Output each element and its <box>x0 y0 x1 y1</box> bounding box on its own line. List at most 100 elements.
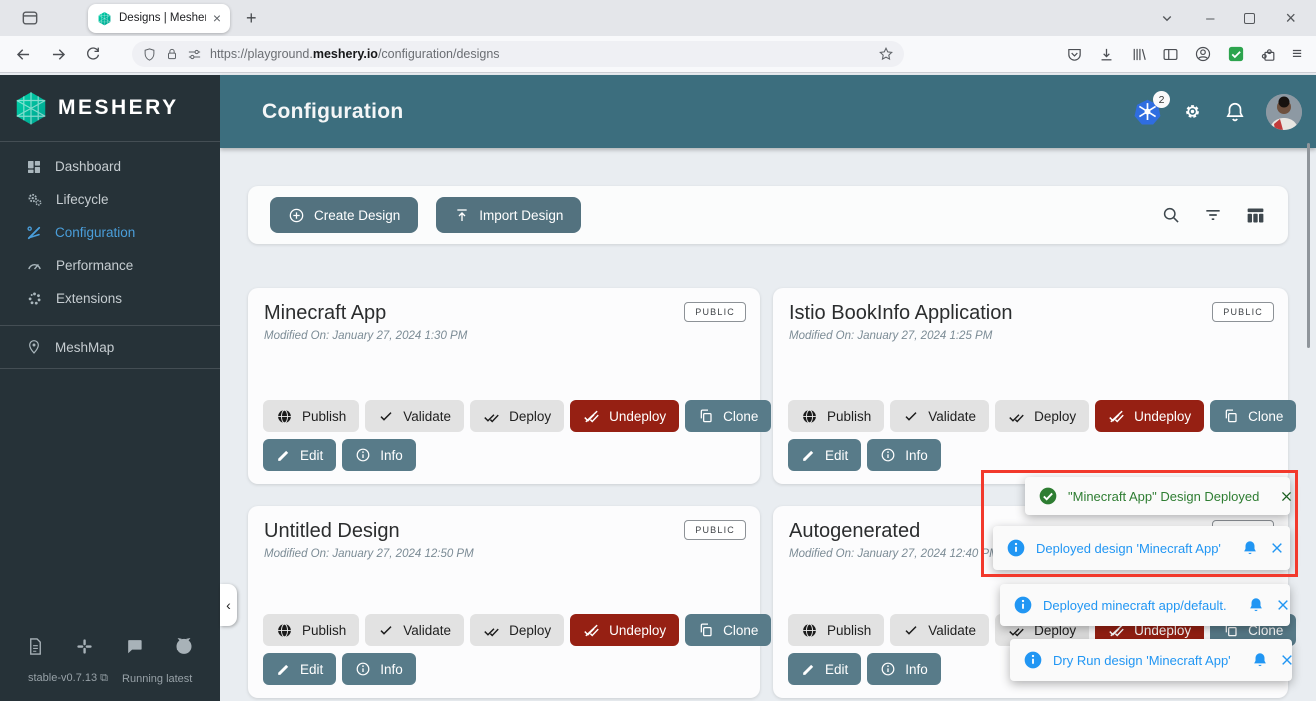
publish-button[interactable]: Publish <box>788 400 884 432</box>
github-icon[interactable] <box>174 636 194 656</box>
toast-close-icon[interactable] <box>1275 597 1291 613</box>
grid-view-icon[interactable] <box>1245 205 1266 226</box>
pocket-icon[interactable] <box>1066 46 1083 63</box>
sidebar-item-meshmap[interactable]: MeshMap <box>0 326 220 368</box>
bookmark-star-icon[interactable] <box>878 46 894 62</box>
globe-icon <box>801 622 818 639</box>
deploy-button[interactable]: Deploy <box>995 400 1089 432</box>
tab-list-chevron-icon[interactable] <box>1158 9 1176 27</box>
undeploy-button[interactable]: Undeploy <box>1095 400 1204 432</box>
toast-bell-icon[interactable] <box>1247 596 1265 614</box>
permissions-icon[interactable] <box>187 47 202 62</box>
url-bar[interactable]: https://playground.meshery.io/configurat… <box>132 41 904 67</box>
deploy-label: Deploy <box>509 623 551 638</box>
deploy-button[interactable]: Deploy <box>470 614 564 646</box>
undeploy-button[interactable]: Undeploy <box>570 614 679 646</box>
url-text: https://playground.meshery.io/configurat… <box>210 47 870 61</box>
designs-toolbar: Create Design Import Design <box>248 186 1288 244</box>
toast-bell-icon[interactable] <box>1241 539 1259 557</box>
sidebar-item-configuration[interactable]: Configuration <box>0 216 220 249</box>
search-icon[interactable] <box>1161 205 1181 225</box>
globe-icon <box>276 622 293 639</box>
publish-button[interactable]: Publish <box>263 400 359 432</box>
toast-close-icon[interactable] <box>1279 652 1295 668</box>
pencil-icon <box>276 662 291 677</box>
deploy-button[interactable]: Deploy <box>470 400 564 432</box>
info-button[interactable]: Info <box>342 653 416 685</box>
notifications-bell-icon[interactable] <box>1224 101 1246 123</box>
copy-icon <box>698 622 714 638</box>
library-icon[interactable] <box>1130 46 1147 63</box>
edit-button[interactable]: Edit <box>788 439 861 471</box>
design-actions: Publish Validate Deploy Undeploy Clone E… <box>263 400 771 471</box>
extensions-puzzle-icon[interactable] <box>1260 46 1277 63</box>
version-label[interactable]: stable-v0.7.13 ⧉ <box>28 672 108 685</box>
extension-check-icon[interactable] <box>1227 45 1245 63</box>
toast-dry-run-design[interactable]: Dry Run design 'Minecraft App' <box>1010 639 1292 681</box>
toast-deployed-minecraft-app[interactable]: Deployed minecraft app/default. <box>1000 584 1290 626</box>
window-close-button[interactable]: × <box>1285 8 1296 29</box>
clone-button[interactable]: Clone <box>1210 400 1296 432</box>
toast-design-deployed[interactable]: "Minecraft App" Design Deployed <box>1025 477 1290 515</box>
sidebar-item-lifecycle[interactable]: Lifecycle <box>0 183 220 216</box>
edit-button[interactable]: Edit <box>788 653 861 685</box>
info-icon <box>880 661 896 677</box>
create-design-button[interactable]: Create Design <box>270 197 418 233</box>
publish-button[interactable]: Publish <box>788 614 884 646</box>
validate-button[interactable]: Validate <box>365 400 464 432</box>
publish-button[interactable]: Publish <box>263 614 359 646</box>
sidebar-item-dashboard[interactable]: Dashboard <box>0 150 220 183</box>
reload-icon[interactable] <box>84 45 102 63</box>
shield-icon[interactable] <box>142 47 157 62</box>
clone-button[interactable]: Clone <box>685 614 771 646</box>
info-label: Info <box>380 448 403 463</box>
extensions-icon <box>26 290 43 307</box>
toast-bell-icon[interactable] <box>1251 651 1269 669</box>
chat-icon[interactable] <box>125 636 144 656</box>
sidebar-toggle-icon[interactable] <box>1162 46 1179 63</box>
meshmap-pin-icon <box>26 339 42 355</box>
validate-button[interactable]: Validate <box>890 400 989 432</box>
account-icon[interactable] <box>1194 45 1212 63</box>
undeploy-button[interactable]: Undeploy <box>570 400 679 432</box>
toast-deployed-design[interactable]: Deployed design 'Minecraft App' <box>993 526 1290 570</box>
import-design-button[interactable]: Import Design <box>436 197 581 233</box>
info-button[interactable]: Info <box>867 653 941 685</box>
clone-label: Clone <box>723 623 758 638</box>
clone-button[interactable]: Clone <box>685 400 771 432</box>
toast-close-icon[interactable] <box>1279 489 1294 504</box>
tab-close-icon[interactable]: × <box>213 11 221 25</box>
info-circle-icon <box>1013 595 1033 615</box>
user-avatar[interactable] <box>1266 94 1302 130</box>
edit-button[interactable]: Edit <box>263 439 336 471</box>
back-icon[interactable] <box>14 45 33 64</box>
sidebar-footer: stable-v0.7.13 ⧉ Running latest <box>0 636 220 701</box>
meshery-logo[interactable]: MESHERY <box>0 75 220 141</box>
browser-tab[interactable]: Designs | Meshery × <box>88 4 230 33</box>
edit-button[interactable]: Edit <box>263 653 336 685</box>
downloads-icon[interactable] <box>1098 46 1115 63</box>
toast-close-icon[interactable] <box>1269 540 1285 556</box>
slack-icon[interactable] <box>75 636 94 656</box>
validate-button[interactable]: Validate <box>890 614 989 646</box>
filter-icon[interactable] <box>1203 205 1223 225</box>
docs-icon[interactable] <box>26 636 45 656</box>
info-button[interactable]: Info <box>342 439 416 471</box>
sidebar-item-label: Dashboard <box>55 159 121 174</box>
new-tab-button[interactable]: + <box>246 8 257 29</box>
sidebar-item-extensions[interactable]: Extensions <box>0 282 220 315</box>
menu-hamburger-icon[interactable]: ≡ <box>1292 44 1302 64</box>
sidebar-item-performance[interactable]: Performance <box>0 249 220 282</box>
validate-button[interactable]: Validate <box>365 614 464 646</box>
info-button[interactable]: Info <box>867 439 941 471</box>
kubernetes-context-icon[interactable]: 2 <box>1134 98 1161 125</box>
settings-gear-icon[interactable] <box>1181 100 1204 123</box>
forward-icon[interactable] <box>49 45 68 64</box>
sidebar-collapse-handle[interactable]: ‹ <box>220 584 237 626</box>
window-restore-button[interactable] <box>1244 13 1255 24</box>
window-minimize-button[interactable]: – <box>1206 10 1214 27</box>
page-scrollbar-thumb[interactable] <box>1307 143 1310 348</box>
lock-icon[interactable] <box>165 47 179 61</box>
toast-message: "Minecraft App" Design Deployed <box>1068 489 1259 504</box>
firefox-view-icon[interactable] <box>20 8 40 28</box>
